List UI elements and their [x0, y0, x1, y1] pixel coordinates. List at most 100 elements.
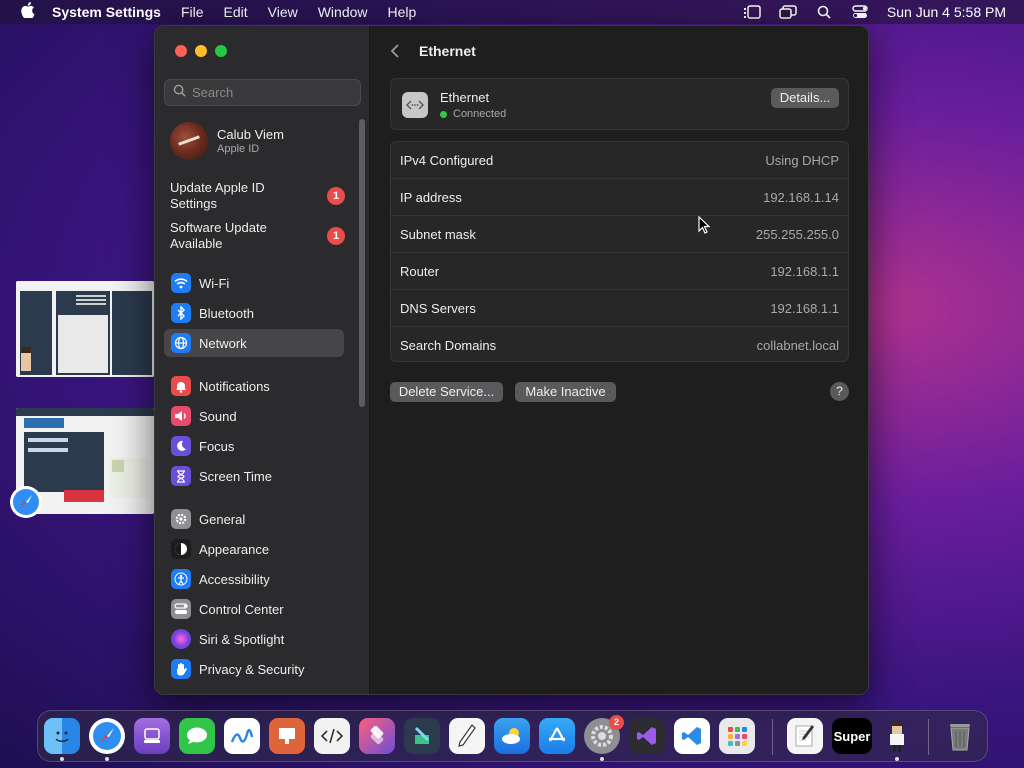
update-apple-id-item[interactable]: Update Apple ID Settings 1 [170, 180, 345, 212]
info-label: IPv4 Configured [400, 152, 494, 168]
menubar-clock[interactable]: Sun Jun 4 5:58 PM [887, 4, 1006, 20]
spotlight-search-icon[interactable] [815, 5, 833, 19]
system-settings-dock-icon[interactable]: 2 [584, 715, 624, 754]
zoom-window-button[interactable] [215, 45, 227, 57]
podcasts-style-app-icon[interactable] [134, 718, 170, 754]
sidebar-item-sound[interactable]: Sound [164, 402, 344, 430]
launchpad-icon[interactable] [719, 718, 755, 754]
bell-icon [171, 376, 191, 396]
menu-help[interactable]: Help [388, 4, 417, 20]
super-app-icon[interactable]: Super [832, 718, 872, 754]
page-title: Ethernet [419, 43, 476, 59]
details-button[interactable]: Details... [771, 88, 839, 108]
freeform-icon[interactable] [224, 718, 260, 754]
alert-label: Update Apple ID Settings [170, 180, 265, 211]
menu-file[interactable]: File [181, 4, 204, 20]
screen-mirroring-icon[interactable] [779, 5, 797, 19]
sidebar-item-label: Notifications [199, 378, 270, 394]
control-center-icon [171, 599, 191, 619]
sidebar-item-control-center[interactable]: Control Center [164, 595, 344, 623]
safari-thumbnail-icon[interactable] [10, 486, 42, 518]
menu-view[interactable]: View [268, 4, 298, 20]
sidebar-item-privacy-security[interactable]: Privacy & Security [164, 655, 344, 683]
sidebar-item-bluetooth[interactable]: Bluetooth [164, 299, 344, 327]
avatar [170, 122, 208, 160]
sidebar-item-label: Wi-Fi [199, 275, 230, 291]
help-button[interactable]: ? [830, 382, 849, 401]
character-figure-icon[interactable] [879, 718, 915, 754]
status-text: Connected [453, 108, 507, 120]
trash-icon[interactable] [942, 718, 978, 754]
sidebar-item-label: Focus [199, 438, 235, 454]
finder-icon[interactable] [44, 718, 80, 754]
sidebar-scrollbar[interactable] [359, 119, 365, 407]
back-button[interactable] [390, 43, 400, 64]
running-indicator [600, 757, 604, 761]
script-editor-icon[interactable] [314, 718, 350, 754]
sidebar-item-label: Network [199, 335, 247, 351]
script-pen-icon[interactable] [449, 718, 485, 754]
textedit-icon[interactable] [787, 718, 823, 754]
make-inactive-button[interactable]: Make Inactive [515, 382, 616, 402]
messages-icon[interactable] [179, 718, 215, 754]
info-label: IP address [400, 189, 462, 205]
info-label: Subnet mask [400, 226, 476, 242]
mouse-cursor-icon [698, 215, 711, 239]
info-label: Search Domains [400, 338, 497, 353]
sidebar-item-screen-time[interactable]: Screen Time [164, 462, 344, 490]
main-pane: Ethernet Ethernet Connected Details... I… [370, 26, 868, 694]
speaker-icon [171, 406, 191, 426]
sidebar-item-wifi[interactable]: Wi-Fi [164, 269, 344, 297]
apple-menu-icon[interactable] [18, 2, 38, 22]
dock-separator [928, 719, 929, 755]
menu-bar: System Settings File Edit View Window He… [0, 0, 1024, 24]
sidebar-item-siri-spotlight[interactable]: Siri & Spotlight [164, 625, 344, 653]
delete-service-button[interactable]: Delete Service... [390, 382, 503, 402]
info-value: 192.168.1.14 [763, 189, 839, 205]
keynote-style-icon[interactable] [269, 718, 305, 754]
ethernet-info-list: IPv4 Configured Using DHCP IP address 19… [390, 141, 849, 362]
developer-tools-icon[interactable] [404, 718, 440, 754]
close-window-button[interactable] [175, 45, 187, 57]
app-store-icon[interactable] [539, 718, 575, 754]
moon-icon [171, 436, 191, 456]
info-value: Using DHCP [765, 152, 839, 168]
menu-window[interactable]: Window [318, 4, 368, 20]
sidebar-item-label: Sound [199, 408, 237, 424]
stage-manager-window-thumbnail[interactable] [16, 281, 154, 377]
sidebar-item-general[interactable]: General [164, 505, 344, 533]
weather-icon[interactable] [494, 718, 530, 754]
bluetooth-icon [171, 303, 191, 323]
sidebar-item-appearance[interactable]: Appearance [164, 535, 344, 563]
profile-subtitle: Apple ID [217, 143, 260, 155]
sidebar-item-network[interactable]: Network [164, 329, 344, 357]
sidebar-search[interactable] [164, 79, 361, 106]
software-update-item[interactable]: Software Update Available 1 [170, 220, 345, 252]
dock-separator [772, 719, 773, 755]
info-row-ipv4: IPv4 Configured Using DHCP [391, 142, 848, 179]
connection-status: Connected [440, 108, 506, 120]
control-center-menubar-icon[interactable] [851, 5, 869, 19]
search-icon [173, 84, 186, 102]
notification-badge: 2 [609, 715, 624, 730]
safari-icon[interactable] [89, 718, 125, 754]
visual-studio-icon[interactable] [629, 718, 665, 754]
sidebar-item-label: Appearance [199, 541, 270, 557]
globe-icon [171, 333, 191, 353]
minimize-window-button[interactable] [195, 45, 207, 57]
menu-edit[interactable]: Edit [224, 4, 248, 20]
sidebar-item-label: Screen Time [199, 468, 272, 484]
shortcuts-icon[interactable] [359, 718, 395, 754]
search-input[interactable] [192, 85, 352, 100]
sidebar-item-focus[interactable]: Focus [164, 432, 344, 460]
info-row-subnet-mask: Subnet mask 255.255.255.0 [391, 216, 848, 253]
status-dot-icon [440, 110, 447, 118]
stage-manager-icon[interactable] [743, 5, 761, 19]
app-name-menu[interactable]: System Settings [52, 4, 161, 20]
vscode-icon[interactable] [674, 718, 710, 754]
apple-id-profile[interactable]: Calub Viem Apple ID [170, 122, 284, 160]
system-settings-window: Calub Viem Apple ID Update Apple ID Sett… [154, 25, 869, 695]
sidebar-item-label: Accessibility [199, 571, 270, 587]
sidebar-item-accessibility[interactable]: Accessibility [164, 565, 344, 593]
sidebar-item-notifications[interactable]: Notifications [164, 372, 344, 400]
